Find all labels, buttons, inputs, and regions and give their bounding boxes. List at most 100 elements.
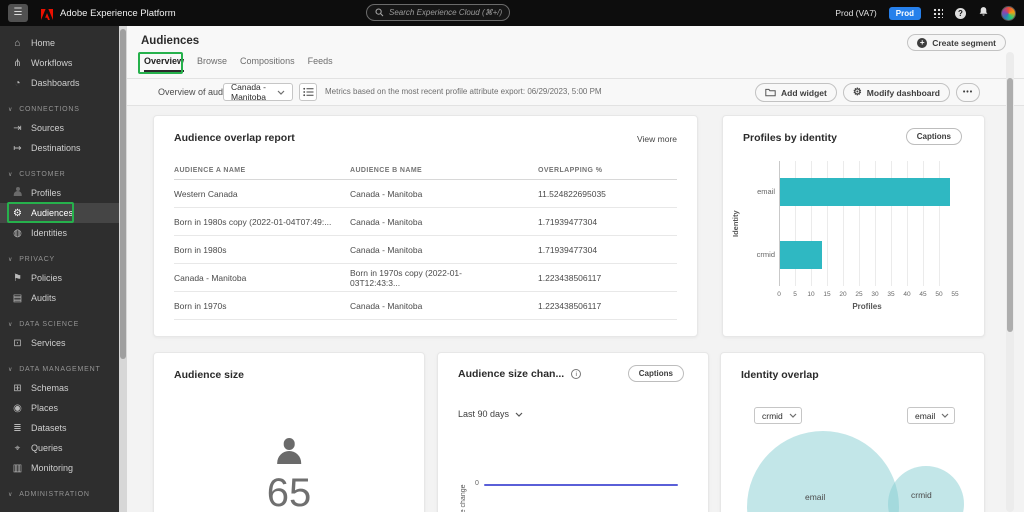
destinations-icon: ↦ xyxy=(11,143,24,154)
tab-feeds[interactable]: Feeds xyxy=(308,56,333,72)
sidebar-section-privacy[interactable]: ∨PRIVACY xyxy=(0,250,119,268)
audience-size-change-title: Audience size chan... xyxy=(458,368,564,380)
identity-select-left[interactable]: crmid xyxy=(754,407,802,424)
captions-button[interactable]: Captions xyxy=(906,128,962,145)
overlap-report-title: Audience overlap report xyxy=(174,132,295,144)
user-avatar[interactable] xyxy=(1001,6,1016,21)
sidebar-item-label: Sources xyxy=(31,123,64,133)
audience-overlap-report-card: Audience overlap report View more AUDIEN… xyxy=(153,115,698,337)
sidebar-section-data-science[interactable]: ∨DATA SCIENCE xyxy=(0,315,119,333)
sidebar-item-destinations[interactable]: ↦ Destinations xyxy=(0,138,119,158)
modify-dashboard-button[interactable]: ⚙ Modify dashboard xyxy=(843,83,950,102)
chevron-down-icon xyxy=(515,412,523,417)
environment-label[interactable]: Prod (VA7) xyxy=(835,8,876,18)
sidebar-item-datasets[interactable]: ≣Datasets xyxy=(0,418,119,438)
sidebar-item-audits[interactable]: ▤Audits xyxy=(0,288,119,308)
table-row[interactable]: Canada - ManitobaBorn in 1970s copy (202… xyxy=(174,264,677,292)
overlap-table-body: Western Canada Canada - Manitoba 11.524822… xyxy=(174,180,677,320)
cell-audience-name: Western Canada xyxy=(174,189,350,199)
table-row[interactable]: Western CanadaCanada - Manitoba11.524822… xyxy=(174,180,677,208)
cell-audience-name: Canada - Manitoba xyxy=(350,301,502,311)
overlap-table-header: AUDIENCE A NAMEAUDIENCE B NAMEOVERLAPPIN… xyxy=(174,162,677,180)
page-header: Audiences + Create segment OverviewBrows… xyxy=(127,26,1024,105)
create-segment-button[interactable]: + Create segment xyxy=(907,34,1006,51)
environment-badge: Prod xyxy=(889,7,921,20)
sidebar-item-schemas[interactable]: ⊞Schemas xyxy=(0,378,119,398)
more-actions-button[interactable]: ••• xyxy=(956,83,980,102)
modify-dashboard-label: Modify dashboard xyxy=(867,88,940,98)
audience-size-card: Audience size 65 xyxy=(153,352,425,512)
sidebar-item-dashboards[interactable]: ◔Dashboards xyxy=(0,73,119,93)
sidebar-item-home[interactable]: ⌂Home xyxy=(0,33,119,53)
sidebar-item-workflows[interactable]: ⋔Workflows xyxy=(0,53,119,73)
sidebar-scrollbar[interactable] xyxy=(119,26,127,512)
table-row[interactable]: Born in 1970sCanada - Manitoba1.22343850… xyxy=(174,292,677,320)
sidebar-item-monitoring[interactable]: ▥Monitoring xyxy=(0,458,119,478)
x-tick-label: 5 xyxy=(787,291,803,298)
sidebar-item-audiences[interactable]: ⚙Audiences xyxy=(0,203,119,223)
sidebar-item-profiles[interactable]: Profiles xyxy=(0,183,119,203)
info-icon[interactable]: i xyxy=(571,369,581,379)
main-scrollbar-thumb[interactable] xyxy=(1007,78,1013,332)
sidebar-item-services[interactable]: ⊡Services xyxy=(0,333,119,353)
profiles-person-icon xyxy=(11,187,24,200)
x-tick-label: 40 xyxy=(899,291,915,298)
table-row[interactable]: Born in 1980sCanada - Manitoba1.71939477… xyxy=(174,236,677,264)
x-tick-label: 45 xyxy=(915,291,931,298)
sidebar-item-policies[interactable]: ⚑Policies xyxy=(0,268,119,288)
sidebar-item-queries[interactable]: ⌖Queries xyxy=(0,438,119,458)
sidebar-item-label: Destinations xyxy=(31,143,81,153)
bar-chart-x-axis-title: Profiles xyxy=(779,302,955,311)
chevron-down-icon: ∨ xyxy=(8,106,13,113)
date-range-select[interactable]: Last 90 days xyxy=(458,409,523,419)
audience-select[interactable]: Canada - Manitoba xyxy=(223,83,293,101)
line-chart-y-axis-title: Audience size change xyxy=(460,441,467,512)
bar-chart-plot xyxy=(779,161,955,286)
chevron-down-icon: ∨ xyxy=(8,491,13,498)
table-row[interactable]: Born in 1980s copy (2022-01-04T07:49:...… xyxy=(174,208,677,236)
sidebar-item-identities[interactable]: ◍Identities xyxy=(0,223,119,243)
menu-toggle-button[interactable]: ☰ xyxy=(8,4,28,22)
sidebar-scrollbar-thumb[interactable] xyxy=(120,29,126,359)
sidebar-section-label: CONNECTIONS xyxy=(19,106,80,113)
search-input[interactable]: Search Experience Cloud (⌘+/) xyxy=(366,4,510,21)
sidebar-item-label: Profiles xyxy=(31,188,61,198)
sidebar-section-connections[interactable]: ∨ CONNECTIONS xyxy=(0,100,119,118)
add-widget-button[interactable]: Add widget xyxy=(755,83,837,102)
audience-size-change-card: Audience size chan... i Captions Last 90… xyxy=(437,352,709,512)
cell-overlap-pct: 11.524822695035 xyxy=(502,189,677,199)
sidebar-item-places[interactable]: ◉Places xyxy=(0,398,119,418)
tab-browse[interactable]: Browse xyxy=(197,56,227,72)
folder-icon xyxy=(765,88,776,97)
sidebar-item-label: Schemas xyxy=(31,383,69,393)
help-icon[interactable]: ? xyxy=(955,8,966,19)
identity-overlap-card: Identity overlap crmid email email crmid xyxy=(720,352,985,512)
sidebar-item-label: Dashboards xyxy=(31,78,80,88)
toolbar-divider xyxy=(127,105,1024,106)
bar-crmid[interactable] xyxy=(780,241,822,269)
bar-email[interactable] xyxy=(780,178,950,206)
tab-overview[interactable]: Overview xyxy=(144,56,184,72)
cell-audience-name: Canada - Manitoba xyxy=(174,273,350,283)
sidebar-item-label: Identities xyxy=(31,228,67,238)
sidebar-item-label: Monitoring xyxy=(31,463,73,473)
apps-grid-icon[interactable] xyxy=(933,8,943,18)
identity-select-right-value: email xyxy=(915,411,935,421)
sidebar-section-customer[interactable]: ∨CUSTOMER xyxy=(0,165,119,183)
tab-compositions[interactable]: Compositions xyxy=(240,56,295,72)
x-tick-label: 25 xyxy=(851,291,867,298)
sidebar-section-data-management[interactable]: ∨DATA MANAGEMENT xyxy=(0,360,119,378)
datasets-icon: ≣ xyxy=(11,423,24,434)
sidebar-section-label: PRIVACY xyxy=(19,256,55,263)
notifications-bell-icon[interactable] xyxy=(978,4,989,22)
identity-select-right[interactable]: email xyxy=(907,407,955,424)
gear-icon: ⚙ xyxy=(853,87,862,98)
search-placeholder: Search Experience Cloud (⌘+/) xyxy=(389,8,502,17)
sidebar-section-administration[interactable]: ∨ADMINISTRATION xyxy=(0,485,119,503)
captions-button[interactable]: Captions xyxy=(628,365,684,382)
audience-list-view-button[interactable] xyxy=(299,83,317,101)
more-icon: ••• xyxy=(963,89,973,96)
cell-audience-name: Born in 1980s copy (2022-01-04T07:49:... xyxy=(174,217,350,227)
sidebar-item-sources[interactable]: ⇥Sources xyxy=(0,118,119,138)
view-more-link[interactable]: View more xyxy=(637,134,677,144)
